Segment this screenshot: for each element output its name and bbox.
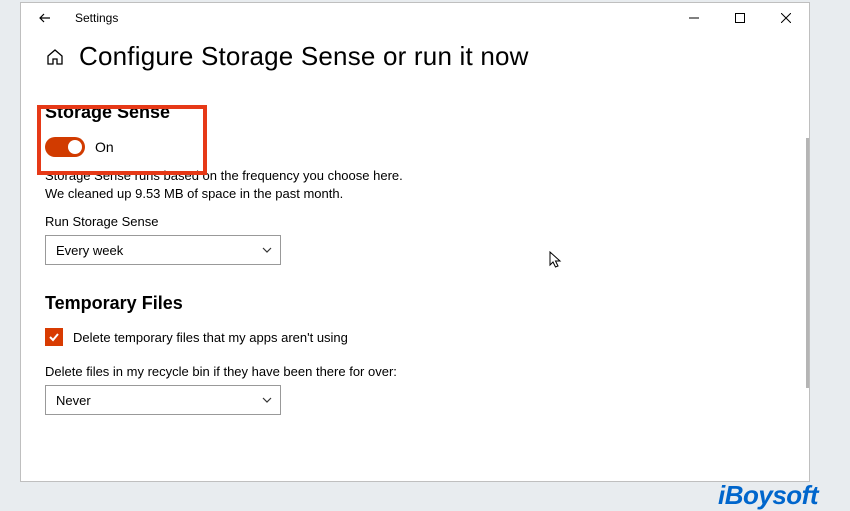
scrollbar[interactable] bbox=[806, 138, 809, 388]
page-header: Configure Storage Sense or run it now bbox=[45, 41, 783, 72]
storage-sense-description: Storage Sense runs based on the frequenc… bbox=[45, 167, 425, 202]
delete-temp-files-row: Delete temporary files that my apps aren… bbox=[45, 328, 783, 346]
close-button[interactable] bbox=[763, 3, 809, 33]
run-storage-sense-select[interactable]: Every week bbox=[45, 235, 281, 265]
run-storage-sense-value: Every week bbox=[56, 243, 123, 258]
storage-sense-toggle[interactable] bbox=[45, 137, 85, 157]
page-title: Configure Storage Sense or run it now bbox=[79, 41, 529, 72]
storage-sense-heading: Storage Sense bbox=[45, 102, 783, 123]
maximize-button[interactable] bbox=[717, 3, 763, 33]
storage-sense-toggle-row: On bbox=[45, 137, 783, 157]
chevron-down-icon bbox=[262, 394, 272, 406]
recycle-bin-label: Delete files in my recycle bin if they h… bbox=[45, 364, 783, 379]
content-area: Configure Storage Sense or run it now St… bbox=[21, 33, 809, 481]
watermark-logo: iBoysoft bbox=[718, 480, 818, 511]
back-button[interactable] bbox=[33, 6, 57, 30]
storage-sense-toggle-label: On bbox=[95, 139, 114, 155]
run-storage-sense-label: Run Storage Sense bbox=[45, 214, 783, 229]
titlebar: Settings bbox=[21, 3, 809, 33]
recycle-bin-select[interactable]: Never bbox=[45, 385, 281, 415]
delete-temp-files-checkbox[interactable] bbox=[45, 328, 63, 346]
chevron-down-icon bbox=[262, 244, 272, 256]
temporary-files-heading: Temporary Files bbox=[45, 293, 783, 314]
recycle-bin-value: Never bbox=[56, 393, 91, 408]
minimize-button[interactable] bbox=[671, 3, 717, 33]
home-icon[interactable] bbox=[45, 47, 65, 67]
app-name: Settings bbox=[75, 11, 118, 25]
delete-temp-files-label: Delete temporary files that my apps aren… bbox=[73, 330, 348, 345]
settings-window: Settings Configure Storage Sense or run … bbox=[20, 2, 810, 482]
